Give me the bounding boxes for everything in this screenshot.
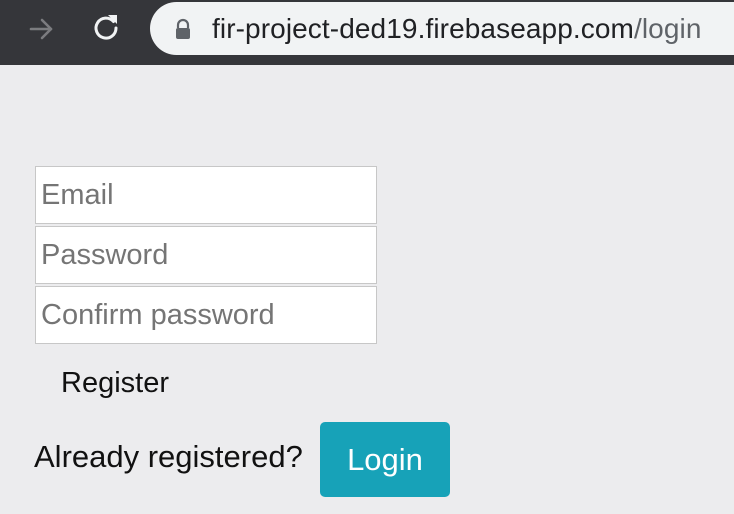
login-button[interactable]: Login (320, 422, 450, 497)
address-bar[interactable]: fir-project-ded19.firebaseapp.com/login (150, 2, 734, 55)
lock-icon (172, 18, 194, 40)
already-registered-text: Already registered? (34, 439, 303, 474)
url-path: /login (633, 12, 702, 44)
browser-toolbar: fir-project-ded19.firebaseapp.com/login (0, 0, 734, 65)
register-button[interactable]: Register (48, 361, 182, 405)
url-host: fir-project-ded19.firebaseapp.com (212, 12, 634, 44)
arrow-right-icon (27, 14, 57, 49)
email-field[interactable] (35, 166, 377, 224)
reload-button[interactable] (88, 11, 124, 47)
login-page: Register Already registered? Login (0, 65, 734, 514)
password-field[interactable] (35, 226, 377, 284)
forward-button[interactable] (24, 13, 60, 49)
url-text: fir-project-ded19.firebaseapp.com/login (212, 13, 702, 45)
reload-icon (91, 12, 121, 47)
confirm-password-field[interactable] (35, 286, 377, 344)
